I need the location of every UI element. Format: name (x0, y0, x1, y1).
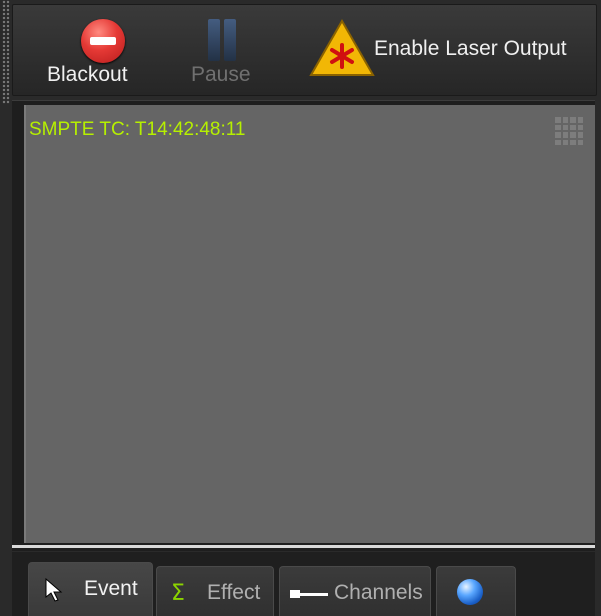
tab-effect-label: Effect (207, 581, 261, 604)
tab-globe[interactable] (436, 566, 516, 616)
panel-divider (12, 545, 595, 548)
toolbar: Blackout Pause Enable Laser Output (12, 4, 597, 96)
globe-icon (457, 579, 483, 605)
cursor-arrow-icon (45, 578, 63, 602)
tab-effect[interactable]: Σ Effect (156, 566, 274, 616)
stop-icon (81, 19, 125, 63)
pause-icon-bar-left (208, 19, 220, 61)
blackout-button[interactable]: Blackout (33, 5, 153, 95)
grid-menu-icon[interactable] (555, 117, 583, 145)
app-frame: Blackout Pause Enable Laser Output SMPTE… (0, 0, 601, 616)
enable-laser-output-label: Enable Laser Output (374, 37, 567, 60)
tab-event[interactable]: Event (28, 562, 153, 616)
pause-label: Pause (191, 63, 251, 86)
bottom-tab-bar: Event Σ Effect Channels (12, 552, 595, 616)
sigma-icon: Σ (171, 581, 185, 606)
toolbar-grip-handle[interactable] (2, 0, 10, 104)
tab-channels-label: Channels (334, 581, 423, 604)
laser-warning-icon (309, 19, 375, 76)
smpte-timecode: SMPTE TC: T14:42:48:11 (29, 119, 246, 140)
blackout-label: Blackout (47, 63, 128, 86)
enable-laser-output-button[interactable]: Enable Laser Output (309, 5, 589, 95)
pause-icon-bar-right (224, 19, 236, 61)
preview-panel: SMPTE TC: T14:42:48:11 (12, 100, 597, 551)
pause-button[interactable]: Pause (181, 5, 271, 95)
tab-channels[interactable]: Channels (279, 566, 431, 616)
channel-fader-icon (290, 590, 328, 598)
preview-view[interactable]: SMPTE TC: T14:42:48:11 (24, 105, 597, 543)
tab-event-label: Event (84, 577, 138, 600)
